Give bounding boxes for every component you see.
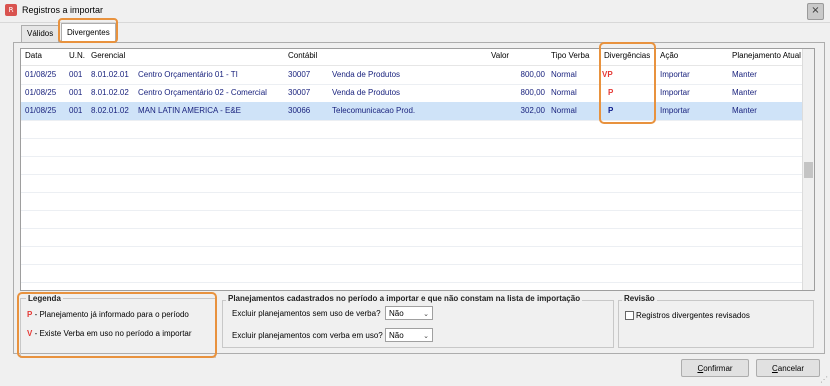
table-row[interactable]: 01/08/25 001 8.01.02.01 Centro Orçamentá…	[21, 66, 803, 85]
cell-valor: 302,00	[520, 106, 545, 115]
column-header-gerencial[interactable]: Gerencial	[91, 51, 125, 60]
column-header-tipo-verba[interactable]: Tipo Verba	[551, 51, 589, 60]
column-header-contabil[interactable]: Contábil	[288, 51, 317, 60]
cell-gerencial-code: 8.01.02.01	[91, 70, 129, 79]
revisados-label[interactable]: Registros divergentes revisados	[636, 311, 750, 320]
vertical-scrollbar[interactable]	[802, 49, 814, 290]
column-header-acao[interactable]: Ação	[660, 51, 678, 60]
excluir-com-verba-select[interactable]: Não ⌄	[385, 328, 433, 342]
table-row[interactable]: 01/08/25 001 8.01.02.02 Centro Orçamentá…	[21, 84, 803, 103]
cell-contabil-code: 30066	[288, 106, 311, 115]
confirmar-label: onfirmar	[703, 364, 733, 373]
cell-un: 001	[69, 70, 83, 79]
excluir-sem-verba-select[interactable]: Não ⌄	[385, 306, 433, 320]
cell-contabil-name: Venda de Produtos	[332, 70, 401, 79]
cell-tipo-verba: Normal	[551, 88, 577, 97]
cell-acao[interactable]: Importar	[660, 70, 690, 79]
legend-highlight-annotation	[17, 292, 217, 358]
cell-planejamento[interactable]: Manter	[732, 88, 757, 97]
table-row-selected[interactable]: 01/08/25 001 8.02.01.02 MAN LATIN AMERIC…	[21, 102, 803, 121]
cancelar-button[interactable]: Cancelar	[756, 359, 820, 377]
revisao-group	[618, 300, 814, 348]
column-header-data[interactable]: Data	[25, 51, 42, 60]
cell-valor: 800,00	[520, 70, 545, 79]
cancelar-label: ancelar	[777, 364, 805, 373]
cell-planejamento[interactable]: Manter	[732, 70, 757, 79]
chevron-down-icon: ⌄	[423, 310, 429, 318]
cell-planejamento[interactable]: Manter	[732, 106, 757, 115]
cell-data: 01/08/25	[25, 70, 57, 79]
cell-acao[interactable]: Importar	[660, 88, 690, 97]
excluir-sem-verba-value: Não	[389, 309, 404, 318]
excluir-com-verba-label: Excluir planejamentos com verba em uso?	[232, 331, 383, 340]
cell-contabil-name: Telecomunicacao Prod.	[332, 106, 416, 115]
planejamentos-title: Planejamentos cadastrados no período a i…	[226, 294, 583, 303]
cell-contabil-code: 30007	[288, 70, 311, 79]
records-grid[interactable]: Data U.N. Gerencial Contábil Valor Tipo …	[20, 48, 815, 291]
cell-contabil-code: 30007	[288, 88, 311, 97]
cell-un: 001	[69, 106, 83, 115]
resize-grip-icon[interactable]: ⋰	[820, 376, 828, 384]
column-header-un[interactable]: U.N.	[69, 51, 85, 60]
empty-row	[21, 174, 803, 193]
app-icon: R	[5, 4, 17, 16]
excluir-sem-verba-label: Excluir planejamentos sem uso de verba?	[232, 309, 381, 318]
cell-gerencial-name: MAN LATIN AMERICA - E&E	[138, 106, 241, 115]
empty-row	[21, 246, 803, 265]
cell-tipo-verba: Normal	[551, 106, 577, 115]
cell-gerencial-code: 8.01.02.02	[91, 88, 129, 97]
cell-gerencial-code: 8.02.01.02	[91, 106, 129, 115]
title-bar: R Registros a importar ×	[0, 0, 830, 23]
chevron-down-icon: ⌄	[423, 332, 429, 340]
cell-tipo-verba: Normal	[551, 70, 577, 79]
empty-row	[21, 192, 803, 211]
cell-gerencial-name: Centro Orçamentário 02 - Comercial	[138, 88, 267, 97]
cell-valor: 800,00	[520, 88, 545, 97]
empty-row	[21, 210, 803, 229]
cell-un: 001	[69, 88, 83, 97]
confirmar-button[interactable]: Confirmar	[681, 359, 749, 377]
excluir-com-verba-value: Não	[389, 331, 404, 340]
revisados-checkbox[interactable]	[625, 311, 634, 320]
window-title: Registros a importar	[22, 5, 104, 15]
empty-row	[21, 120, 803, 139]
tab-highlight-annotation	[58, 18, 118, 43]
divergencias-highlight-annotation	[599, 42, 656, 124]
cell-contabil-name: Venda de Produtos	[332, 88, 401, 97]
cell-gerencial-name: Centro Orçamentário 01 - TI	[138, 70, 238, 79]
empty-row	[21, 156, 803, 175]
cell-acao[interactable]: Importar	[660, 106, 690, 115]
cell-data: 01/08/25	[25, 88, 57, 97]
close-button[interactable]: ×	[807, 3, 824, 20]
tab-validos[interactable]: Válidos	[21, 25, 60, 42]
column-header-planejamento-atual[interactable]: Planejamento Atual	[732, 51, 801, 60]
column-header-valor[interactable]: Valor	[491, 51, 509, 60]
empty-row	[21, 138, 803, 157]
revisao-title: Revisão	[622, 294, 657, 303]
scrollbar-thumb[interactable]	[804, 162, 813, 178]
empty-row	[21, 264, 803, 283]
cell-data: 01/08/25	[25, 106, 57, 115]
empty-row	[21, 228, 803, 247]
